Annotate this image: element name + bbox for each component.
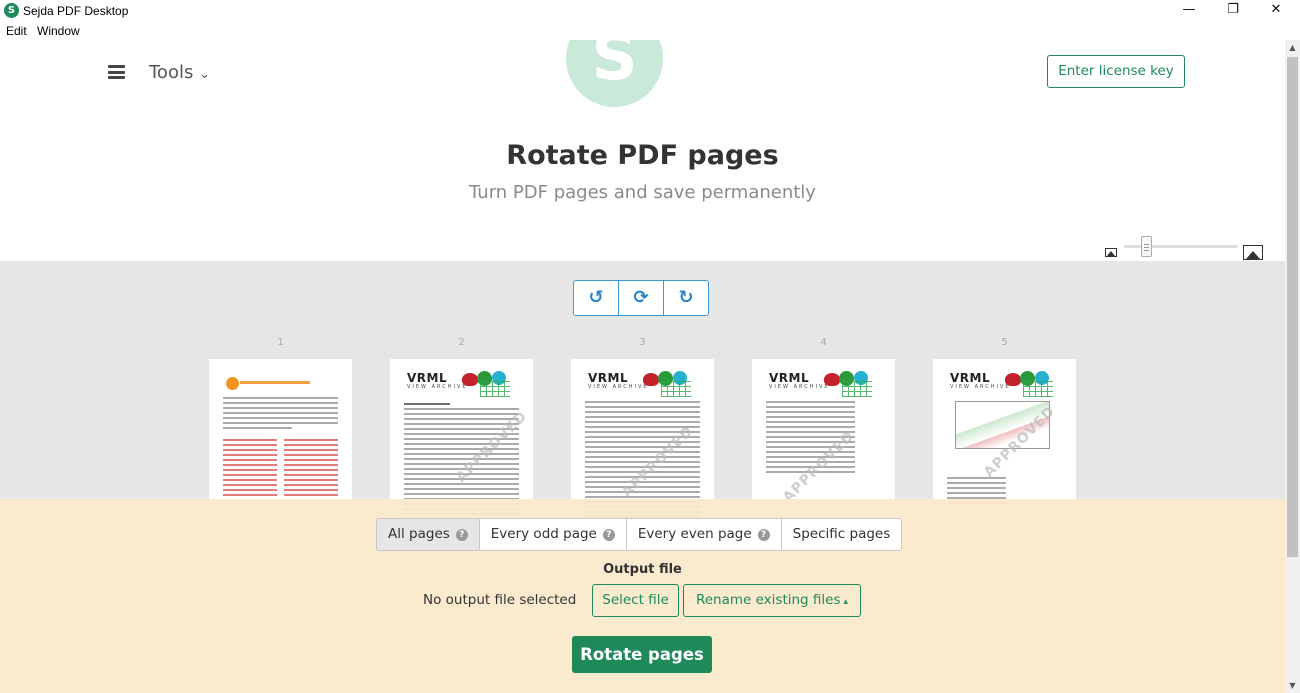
app-content: Tools ⌄ S Enter license key Rotate PDF p… [0,40,1285,693]
rotate-left-button[interactable]: ↺ [573,280,619,316]
menu-window[interactable]: Window [37,24,80,38]
rename-label: Rename existing files [695,592,841,608]
vrml-logo-subtitle: VIEW ARCHIVE [407,384,468,390]
help-icon[interactable]: ? [602,529,615,541]
scroll-down-icon[interactable]: ▼ [1285,678,1300,693]
enter-license-key-button[interactable]: Enter license key [1047,55,1185,88]
filter-label: Every odd page [490,526,597,542]
app-logo-icon: S [4,3,19,18]
sejda-logo: S [566,40,663,107]
filter-label: Every even page [637,526,752,542]
tools-label: Tools [149,62,194,83]
close-button[interactable]: ✕ [1254,0,1298,22]
document-logo-icon [226,377,239,390]
vrml-logo: VRML [407,371,448,385]
pages-workarea: ↺ ⟳ ↻ 1 2 VRML VIEW ARCHIVE APPROVED 3 V… [0,261,1285,537]
page-number: 2 [458,337,465,348]
page-number: 3 [639,337,646,348]
output-status: No output file selected [423,592,577,608]
text-block [284,439,338,499]
title-bar: S Sejda PDF Desktop — ❐ ✕ [0,0,1300,22]
scrollbar-thumb[interactable] [1287,57,1298,557]
output-file-label: Output file [603,562,682,577]
vrml-logo: VRML [588,371,629,385]
filter-even-pages[interactable]: Every even page? [625,518,782,551]
page-filter-group: All pages? Every odd page? Every even pa… [376,518,903,551]
vrml-logo-subtitle: VIEW ARCHIVE [950,384,1011,390]
text-block [223,439,277,499]
rotate-all-controls: ↺ ⟳ ↻ [573,280,709,316]
vrml-logo-subtitle: VIEW ARCHIVE [769,384,830,390]
document-heading [240,381,310,384]
rotate-reset-button[interactable]: ⟳ [618,280,664,316]
page-title: Rotate PDF pages [506,140,779,171]
restore-button[interactable]: ❐ [1211,0,1255,22]
zoom-in-image-icon[interactable] [1243,245,1263,260]
chevron-down-icon: ⌄ [199,67,210,82]
rename-existing-files-button[interactable]: Rename existing files ▴ [683,584,861,617]
page-number: 4 [820,337,827,348]
scroll-up-icon[interactable]: ▲ [1285,40,1300,55]
filter-label: All pages [388,526,450,542]
page-subtitle: Turn PDF pages and save permanently [469,182,816,203]
select-file-button[interactable]: Select file [592,584,679,617]
menu-edit[interactable]: Edit [6,24,27,38]
filter-all-pages[interactable]: All pages? [376,518,480,551]
rotate-pages-button[interactable]: Rotate pages [572,636,712,673]
vrml-logo: VRML [950,371,991,385]
options-panel: All pages? Every odd page? Every even pa… [0,499,1285,693]
help-icon[interactable]: ? [757,529,770,541]
minimize-button[interactable]: — [1167,0,1211,22]
filter-label: Specific pages [792,526,891,542]
help-icon[interactable]: ? [455,529,468,541]
rotate-right-button[interactable]: ↻ [663,280,709,316]
menu-bar: Edit Window [0,22,1300,40]
hamburger-menu-icon[interactable] [108,65,125,79]
vrml-logo: VRML [769,371,810,385]
filter-specific-pages[interactable]: Specific pages [780,518,903,551]
zoom-out-image-icon[interactable] [1105,248,1117,257]
page-number: 5 [1001,337,1008,348]
vrml-logo-subtitle: VIEW ARCHIVE [588,384,649,390]
vertical-scrollbar[interactable]: ▲ ▼ [1285,40,1300,693]
filter-odd-pages[interactable]: Every odd page? [478,518,627,551]
text-block [223,397,338,432]
caret-up-icon: ▴ [843,597,849,607]
tools-menu[interactable]: Tools ⌄ [149,62,210,83]
logo-letter: S [591,40,638,95]
window-title: Sejda PDF Desktop [23,4,129,18]
page-number: 1 [277,337,284,348]
zoom-slider-handle[interactable] [1141,236,1152,257]
